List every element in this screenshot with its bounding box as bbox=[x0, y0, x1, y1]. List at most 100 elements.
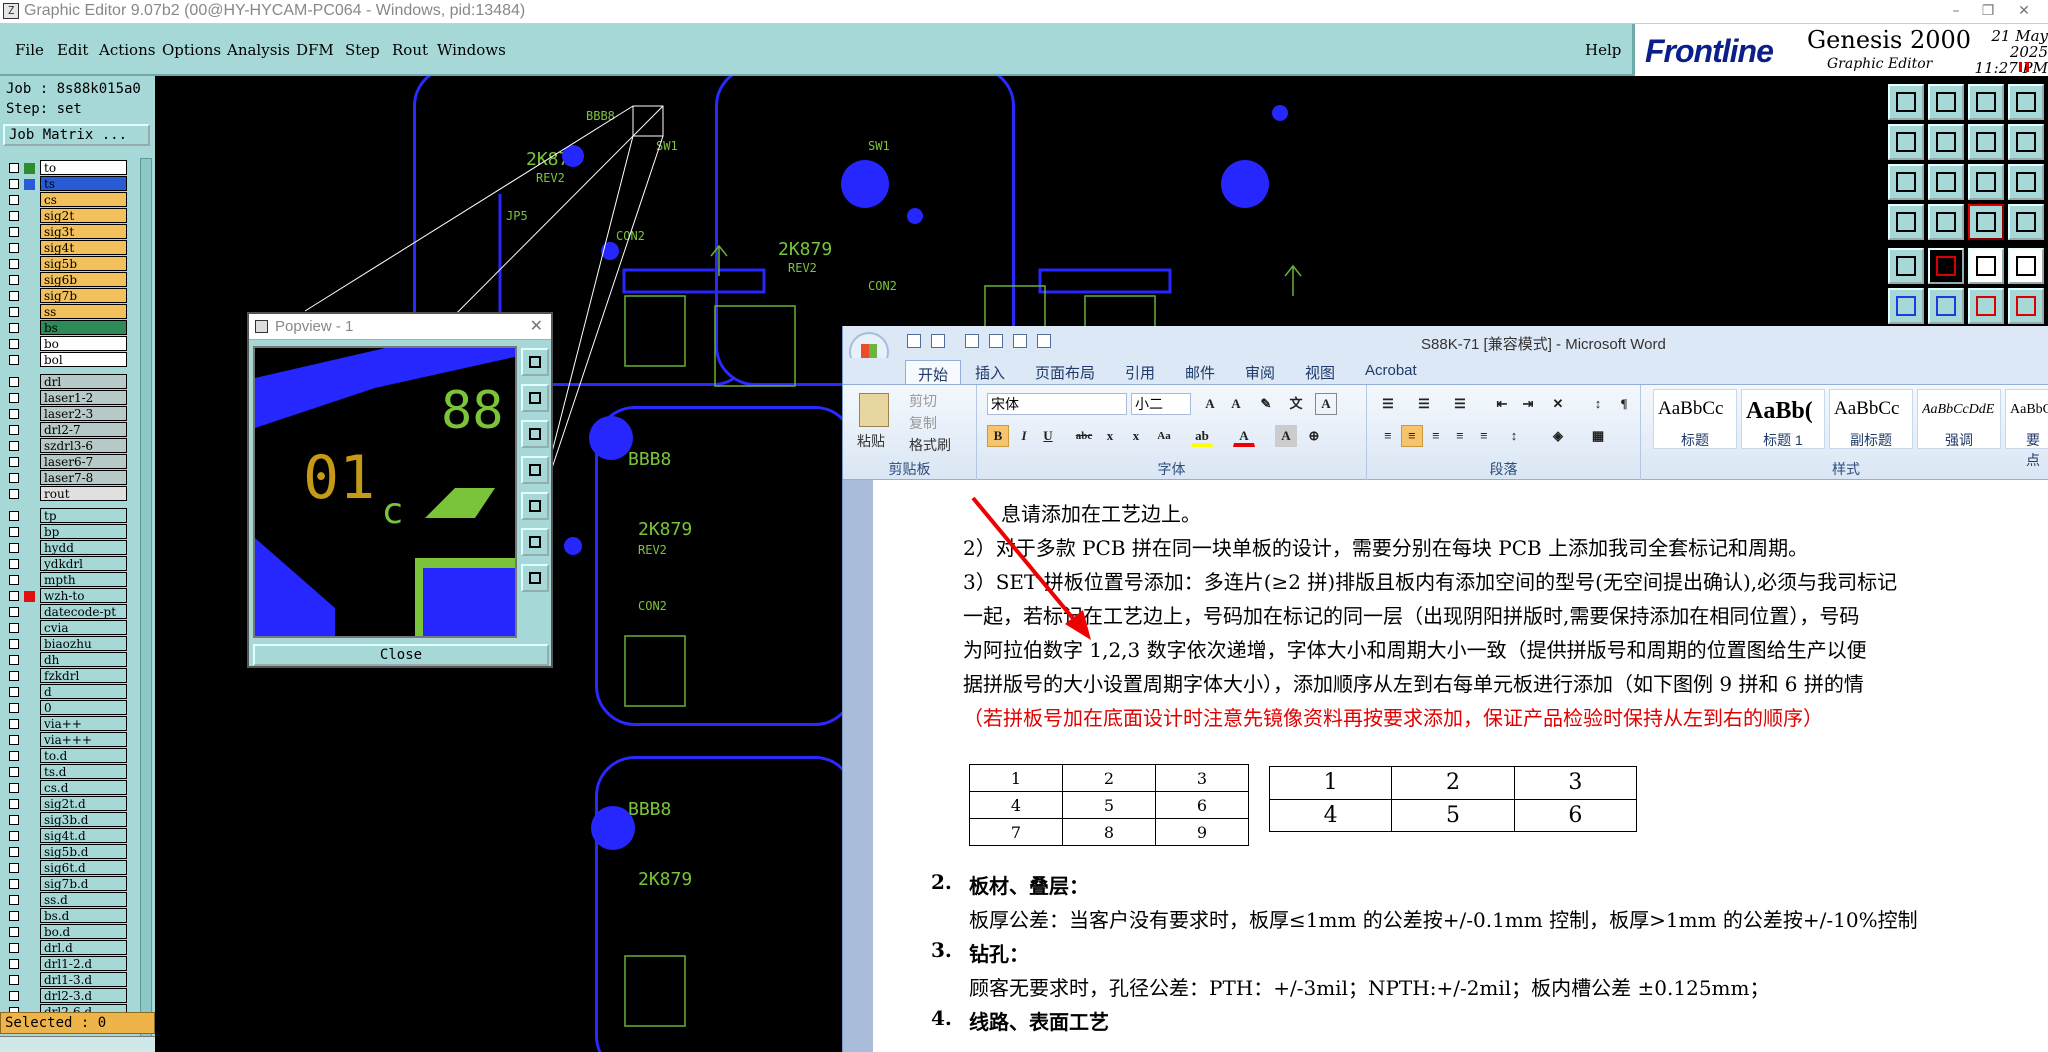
tool-button[interactable] bbox=[1968, 248, 2004, 284]
layer-name[interactable]: laser7-8 bbox=[40, 470, 127, 485]
job-matrix-button[interactable]: Job Matrix ... bbox=[3, 124, 150, 146]
layer-checkbox[interactable] bbox=[9, 441, 19, 451]
layer-checkbox[interactable] bbox=[9, 473, 19, 483]
layer-row[interactable]: sig5b bbox=[4, 256, 127, 272]
layer-row[interactable]: sig3b.d bbox=[4, 812, 127, 828]
popview-tool-button[interactable] bbox=[521, 564, 549, 592]
layer-name[interactable]: ss bbox=[40, 304, 127, 319]
numbering-icon[interactable]: ☰ bbox=[1413, 393, 1435, 415]
layer-row[interactable]: drl1-3.d bbox=[4, 972, 127, 988]
close-icon[interactable]: ✕ bbox=[530, 316, 543, 335]
layer-name[interactable]: cs.d bbox=[40, 780, 127, 795]
layer-name[interactable]: ts bbox=[40, 176, 127, 191]
menu-actions[interactable]: Actions bbox=[99, 41, 155, 59]
home-icon[interactable] bbox=[1968, 84, 2004, 120]
tool-button[interactable] bbox=[2008, 248, 2044, 284]
line-spacing-icon[interactable]: ↕ bbox=[1503, 425, 1525, 447]
layer-color-swatch[interactable] bbox=[24, 179, 35, 190]
layer-checkbox[interactable] bbox=[9, 259, 19, 269]
layer-row[interactable]: laser7-8 bbox=[4, 470, 127, 486]
layer-row[interactable]: bs bbox=[4, 320, 127, 336]
tool-button[interactable] bbox=[1968, 204, 2004, 240]
layer-name[interactable]: d bbox=[40, 684, 127, 699]
layer-name[interactable]: sig7b.d bbox=[40, 876, 127, 891]
layer-checkbox[interactable] bbox=[9, 943, 19, 953]
popview-tool-button[interactable] bbox=[521, 492, 549, 520]
distributed-icon[interactable]: ≡ bbox=[1473, 425, 1495, 447]
tool-button[interactable] bbox=[1888, 288, 1924, 324]
layer-name[interactable]: sig3t bbox=[40, 224, 127, 239]
layer-checkbox[interactable] bbox=[9, 639, 19, 649]
layer-name[interactable]: drl bbox=[40, 374, 127, 389]
layer-row[interactable]: sig6t.d bbox=[4, 860, 127, 876]
sort-icon[interactable]: ↕ bbox=[1587, 393, 1609, 415]
grow-font-icon[interactable]: A bbox=[1199, 393, 1221, 415]
layer-row[interactable]: bp bbox=[4, 524, 127, 540]
strikethrough-icon[interactable]: abc bbox=[1073, 425, 1095, 447]
popview-title-bar[interactable]: Popview - 1 ✕ bbox=[249, 314, 551, 340]
tab-insert[interactable]: 插入 bbox=[975, 362, 1005, 383]
layer-checkbox[interactable] bbox=[9, 409, 19, 419]
layer-checkbox[interactable] bbox=[9, 879, 19, 889]
layer-row[interactable]: bo bbox=[4, 336, 127, 352]
layer-name[interactable]: sig6t.d bbox=[40, 860, 127, 875]
superscript-icon[interactable]: x bbox=[1125, 425, 1147, 447]
layer-checkbox[interactable] bbox=[9, 179, 19, 189]
minimize-icon[interactable]: – bbox=[1940, 1, 1972, 22]
layer-checkbox[interactable] bbox=[9, 211, 19, 221]
layer-row[interactable]: to bbox=[4, 160, 127, 176]
menu-step[interactable]: Step bbox=[345, 41, 380, 59]
undo-icon[interactable] bbox=[931, 334, 945, 348]
layer-checkbox[interactable] bbox=[9, 591, 19, 601]
layer-checkbox[interactable] bbox=[9, 607, 19, 617]
tab-page-layout[interactable]: 页面布局 bbox=[1035, 362, 1095, 383]
layer-checkbox[interactable] bbox=[9, 751, 19, 761]
layer-checkbox[interactable] bbox=[9, 355, 19, 365]
align-left-icon[interactable]: ≡ bbox=[1377, 425, 1399, 447]
layer-name[interactable]: hydd bbox=[40, 540, 127, 555]
paste-button[interactable]: 粘贴 bbox=[857, 431, 885, 451]
layer-checkbox[interactable] bbox=[9, 163, 19, 173]
layer-checkbox[interactable] bbox=[9, 735, 19, 745]
layer-name[interactable]: ts.d bbox=[40, 764, 127, 779]
layer-row[interactable]: cs bbox=[4, 192, 127, 208]
popview-canvas[interactable]: 01 88 c bbox=[253, 346, 517, 638]
layer-name[interactable]: dh bbox=[40, 652, 127, 667]
menu-file[interactable]: File bbox=[15, 41, 44, 59]
print-preview-icon[interactable] bbox=[1013, 334, 1027, 348]
tab-acrobat[interactable]: Acrobat bbox=[1365, 362, 1417, 379]
popview-tool-button[interactable] bbox=[521, 456, 549, 484]
tool-button[interactable] bbox=[1928, 84, 1964, 120]
layer-row[interactable]: fzkdrl bbox=[4, 668, 127, 684]
layer-checkbox[interactable] bbox=[9, 975, 19, 985]
popview-close-button[interactable]: Close bbox=[253, 644, 549, 666]
pause-icon[interactable] bbox=[2019, 62, 2029, 72]
tool-button[interactable] bbox=[1928, 124, 1964, 160]
layer-row[interactable]: ydkdrl bbox=[4, 556, 127, 572]
layer-row[interactable]: cs.d bbox=[4, 780, 127, 796]
layer-name[interactable]: sig6b bbox=[40, 272, 127, 287]
layer-name[interactable]: bp bbox=[40, 524, 127, 539]
layer-row[interactable]: bo.d bbox=[4, 924, 127, 940]
layer-checkbox[interactable] bbox=[9, 227, 19, 237]
restore-icon[interactable]: ❐ bbox=[1972, 1, 2004, 22]
popview-tool-button[interactable] bbox=[521, 348, 549, 376]
layer-row[interactable]: szdrl3-6 bbox=[4, 438, 127, 454]
style-title[interactable]: AaBbCc 标题 bbox=[1653, 389, 1737, 449]
layer-name[interactable]: bo bbox=[40, 336, 127, 351]
layer-row[interactable]: d bbox=[4, 684, 127, 700]
layer-name[interactable]: fzkdrl bbox=[40, 668, 127, 683]
layer-name[interactable]: sig3b.d bbox=[40, 812, 127, 827]
layer-name[interactable]: cs bbox=[40, 192, 127, 207]
layer-row[interactable]: drl.d bbox=[4, 940, 127, 956]
menu-help[interactable]: Help bbox=[1585, 41, 1621, 59]
layer-name[interactable]: laser6-7 bbox=[40, 454, 127, 469]
tool-button[interactable] bbox=[2008, 124, 2044, 160]
phonetic-icon[interactable]: 文 bbox=[1285, 393, 1307, 415]
save-icon[interactable] bbox=[907, 334, 921, 348]
layer-name[interactable]: to.d bbox=[40, 748, 127, 763]
tool-button[interactable] bbox=[1928, 248, 1964, 284]
layer-name[interactable]: szdrl3-6 bbox=[40, 438, 127, 453]
layer-checkbox[interactable] bbox=[9, 831, 19, 841]
italic-icon[interactable]: I bbox=[1013, 425, 1035, 447]
